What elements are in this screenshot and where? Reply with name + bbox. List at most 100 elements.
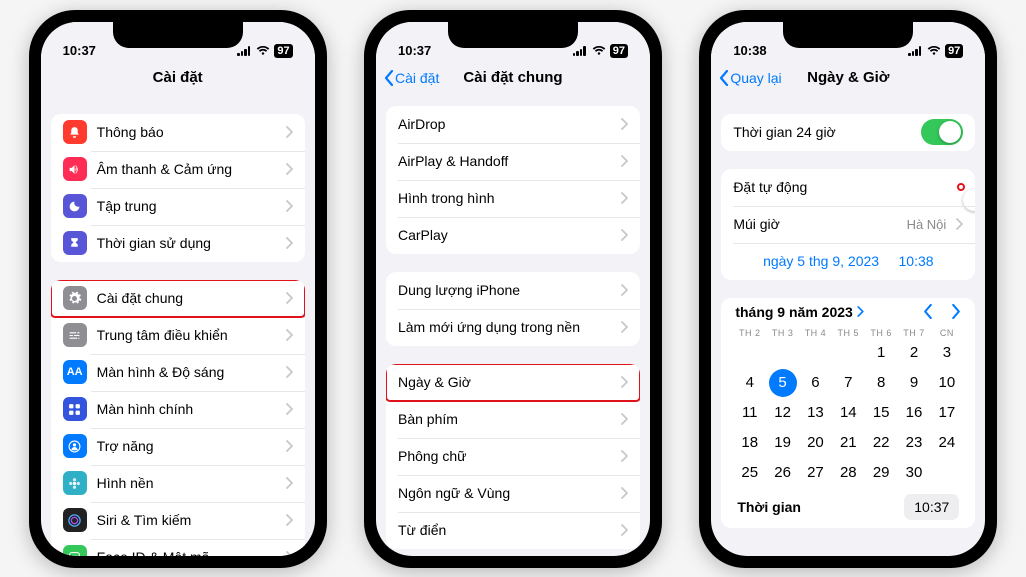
calendar-day[interactable]: 4	[733, 368, 766, 398]
calendar-day[interactable]: 20	[799, 428, 832, 458]
wifi-icon	[592, 46, 606, 56]
row-label: Làm mới ứng dụng trong nền	[398, 319, 611, 335]
calendar-month-label[interactable]: tháng 9 năm 2023	[735, 304, 853, 320]
time-chip[interactable]: 10:37	[904, 494, 959, 520]
settings-row[interactable]: Trung tâm điều khiển	[51, 317, 305, 354]
calendar-day[interactable]: 8	[865, 368, 898, 398]
row-label: Âm thanh & Cảm ứng	[97, 161, 276, 177]
row-label: AirDrop	[398, 116, 611, 132]
datetime-body[interactable]: Thời gian 24 giờ Đặt tự động Múi giờ Hà …	[711, 96, 985, 556]
calendar-prev-icon[interactable]	[923, 304, 932, 319]
settings-row[interactable]: Face ID & Mật mã	[51, 539, 305, 556]
calendar-day[interactable]: 6	[799, 368, 832, 398]
settings-row[interactable]: Phông chữ	[386, 438, 640, 475]
calendar-day[interactable]: 25	[733, 458, 766, 488]
settings-row[interactable]: Ngày & Giờ	[386, 364, 640, 401]
row-timezone[interactable]: Múi giờ Hà Nội	[721, 206, 975, 243]
status-time: 10:37	[63, 43, 96, 58]
settings-row[interactable]: Hình trong hình	[386, 180, 640, 217]
group-auto: Đặt tự động Múi giờ Hà Nội ngày 5 thg 9,…	[721, 169, 975, 280]
calendar-day[interactable]: 3	[930, 338, 963, 368]
settings-row[interactable]: Âm thanh & Cảm ứng	[51, 151, 305, 188]
calendar-header: tháng 9 năm 2023	[733, 300, 963, 328]
calendar-days: 1234567891011121314151617181920212223242…	[733, 338, 963, 488]
settings-row[interactable]: Màn hình chính	[51, 391, 305, 428]
back-button[interactable]: Quay lại	[719, 60, 781, 96]
row-label: Trung tâm điều khiển	[97, 327, 276, 343]
settings-body[interactable]: Thông báo Âm thanh & Cảm ứng Tập trung T…	[41, 96, 315, 556]
calendar-day[interactable]: 16	[898, 398, 931, 428]
settings-row[interactable]: Cài đặt chung	[51, 280, 305, 317]
settings-row[interactable]: Siri & Tìm kiếm	[51, 502, 305, 539]
settings-row[interactable]: Thông báo	[51, 114, 305, 151]
calendar-day[interactable]: 17	[930, 398, 963, 428]
calendar-day[interactable]: 23	[898, 428, 931, 458]
settings-row[interactable]: AirPlay & Handoff	[386, 143, 640, 180]
signal-icon	[908, 46, 923, 56]
page-title: Cài đặt chung	[463, 69, 562, 86]
calendar-day[interactable]: 19	[766, 428, 799, 458]
group-airdrop: AirDrop AirPlay & Handoff Hình trong hìn…	[386, 106, 640, 254]
chevron-right-icon	[286, 514, 293, 526]
calendar-day[interactable]: 15	[865, 398, 898, 428]
settings-row[interactable]: Ngôn ngữ & Vùng	[386, 475, 640, 512]
row-label: AirPlay & Handoff	[398, 153, 611, 169]
row-label: Ngôn ngữ & Vùng	[398, 485, 611, 501]
calendar-day[interactable]: 22	[865, 428, 898, 458]
calendar-day[interactable]: 30	[898, 458, 931, 488]
calendar-day[interactable]: 14	[832, 398, 865, 428]
phone-general-settings: 10:37 97 Cài đặt Cài đặt chung AirDrop A…	[364, 10, 662, 568]
calendar-day[interactable]: 11	[733, 398, 766, 428]
settings-row[interactable]: CarPlay	[386, 217, 640, 254]
chevron-right-icon	[286, 200, 293, 212]
highlight-auto-toggle	[959, 185, 963, 189]
chevron-left-icon	[719, 70, 728, 86]
settings-row[interactable]: Dung lượng iPhone	[386, 272, 640, 309]
moon-icon	[63, 194, 87, 218]
calendar-day[interactable]: 29	[865, 458, 898, 488]
calendar-day[interactable]: 2	[898, 338, 931, 368]
wifi-icon	[256, 46, 270, 56]
calendar-day[interactable]: 9	[898, 368, 931, 398]
calendar-day[interactable]: 1	[865, 338, 898, 368]
calendar-day[interactable]: 13	[799, 398, 832, 428]
settings-row[interactable]: AA Màn hình & Độ sáng	[51, 354, 305, 391]
settings-row[interactable]: Bàn phím	[386, 401, 640, 438]
settings-row[interactable]: Tập trung	[51, 188, 305, 225]
calendar-day[interactable]: 7	[832, 368, 865, 398]
chevron-right-icon	[286, 163, 293, 175]
signal-icon	[573, 46, 588, 56]
row-label: CarPlay	[398, 227, 611, 243]
chevron-right-icon	[621, 413, 628, 425]
calendar-day[interactable]: 10	[930, 368, 963, 398]
speaker-icon	[63, 157, 87, 181]
settings-row[interactable]: Thời gian sử dụng	[51, 225, 305, 262]
settings-row[interactable]: AirDrop	[386, 106, 640, 143]
calendar-day[interactable]: 18	[733, 428, 766, 458]
notch	[448, 22, 578, 48]
calendar-day[interactable]: 27	[799, 458, 832, 488]
calendar-day[interactable]: 12	[766, 398, 799, 428]
general-body[interactable]: AirDrop AirPlay & Handoff Hình trong hìn…	[376, 96, 650, 556]
grid-icon	[63, 397, 87, 421]
calendar-day[interactable]: 28	[832, 458, 865, 488]
calendar-day[interactable]: 5	[766, 368, 799, 398]
settings-row[interactable]: Từ điển	[386, 512, 640, 549]
chevron-right-icon	[621, 376, 628, 388]
battery-icon: 97	[274, 44, 292, 58]
settings-row[interactable]: Hình nền	[51, 465, 305, 502]
calendar-next-icon[interactable]	[952, 304, 961, 319]
phone-date-time: 10:38 97 Quay lại Ngày & Giờ Thời gian 2…	[699, 10, 997, 568]
settings-row[interactable]: Trợ năng	[51, 428, 305, 465]
toggle-24h[interactable]	[921, 119, 963, 145]
calendar-day[interactable]: 24	[930, 428, 963, 458]
row-auto: Đặt tự động	[721, 169, 975, 206]
calendar-day[interactable]: 21	[832, 428, 865, 458]
group-datetime: Ngày & Giờ Bàn phím Phông chữ Ngôn ngữ &…	[386, 364, 640, 549]
phone-settings-root: 10:37 97 Cài đặt Thông báo Âm thanh & Cả…	[29, 10, 327, 568]
settings-row[interactable]: Làm mới ứng dụng trong nền	[386, 309, 640, 346]
calendar-day[interactable]: 26	[766, 458, 799, 488]
back-button[interactable]: Cài đặt	[384, 60, 439, 96]
row-label: Cài đặt chung	[97, 290, 276, 306]
row-selected-date[interactable]: ngày 5 thg 9, 2023 10:38	[721, 243, 975, 280]
